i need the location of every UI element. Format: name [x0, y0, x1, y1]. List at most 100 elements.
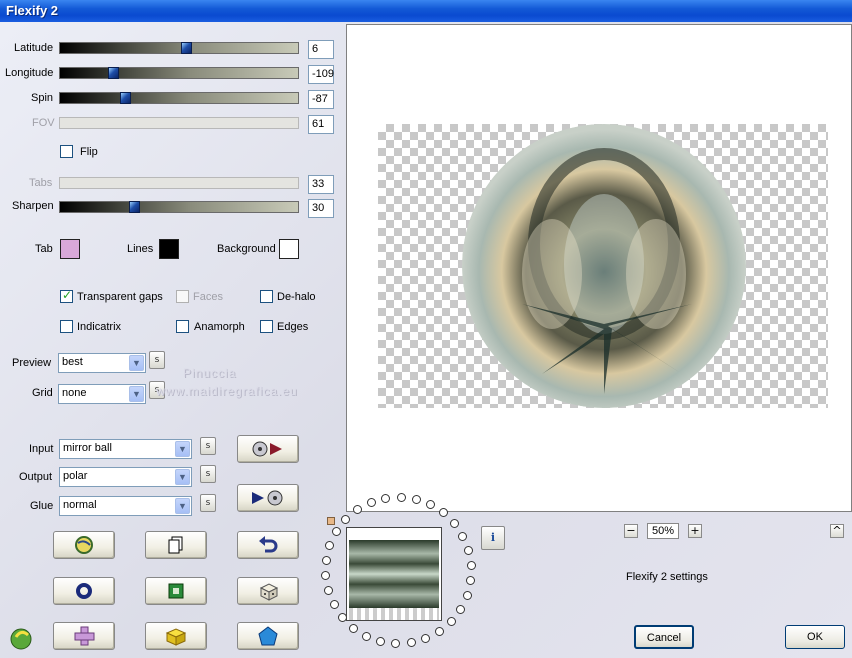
fov-value-field[interactable]: 61 — [308, 115, 334, 134]
latitude-slider-thumb[interactable] — [181, 42, 192, 54]
glue-select[interactable]: normal ▼ — [59, 496, 192, 516]
longitude-slider[interactable] — [59, 67, 299, 79]
rotation-dial-dot[interactable] — [464, 546, 473, 555]
pentagon-tool-button[interactable] — [237, 622, 299, 650]
chevron-down-icon[interactable]: ▼ — [175, 469, 190, 485]
rotation-dial-dot[interactable] — [456, 605, 465, 614]
zoom-out-button[interactable]: − — [624, 524, 638, 538]
rotation-dial-dot[interactable] — [447, 617, 456, 626]
rotation-dial-dot[interactable] — [426, 500, 435, 509]
tabs-slider[interactable] — [59, 177, 299, 189]
rotation-dial-dot[interactable] — [322, 556, 331, 565]
ring-icon — [76, 583, 92, 599]
rotation-dial-dot[interactable] — [376, 637, 385, 646]
rotation-dial-dot[interactable] — [349, 624, 358, 633]
zoom-in-button[interactable]: + — [688, 524, 702, 538]
rotation-dial-dot[interactable] — [324, 586, 333, 595]
rotation-dial-dot[interactable] — [391, 639, 400, 648]
rotation-dial-dot[interactable] — [330, 600, 339, 609]
fov-slider[interactable] — [59, 117, 299, 129]
rotation-dial-dot[interactable] — [421, 634, 430, 643]
output-s-button[interactable]: s — [200, 465, 216, 483]
lines-color-label: Lines — [127, 243, 154, 255]
rotation-dial-dot[interactable] — [321, 571, 330, 580]
rotation-dial-dot[interactable] — [332, 527, 341, 536]
info-button[interactable]: i — [481, 526, 505, 550]
spin-value-field[interactable]: -87 — [308, 90, 334, 109]
anamorph-checkbox[interactable] — [176, 320, 189, 333]
longitude-slider-thumb[interactable] — [108, 67, 119, 79]
spin-label: Spin — [31, 92, 54, 104]
rotation-dial-dot[interactable] — [341, 515, 350, 524]
ring-tool-button[interactable] — [53, 577, 115, 605]
input-projection-select[interactable]: mirror ball ▼ — [59, 439, 192, 459]
ok-button[interactable]: OK — [785, 625, 845, 649]
spin-slider-thumb[interactable] — [120, 92, 131, 104]
longitude-value-field[interactable]: -109 — [308, 65, 334, 84]
cube-tool-button[interactable] — [145, 622, 207, 650]
rotation-dial-dot[interactable] — [397, 493, 406, 502]
transparent-gaps-checkbox[interactable]: ✓ — [60, 288, 73, 303]
tabs-value-field[interactable]: 33 — [308, 175, 334, 194]
glue-select-label: Glue — [30, 500, 54, 512]
sharpen-slider[interactable] — [59, 201, 299, 213]
latitude-value-field[interactable]: 6 — [308, 40, 334, 59]
rotation-dial-dot[interactable] — [325, 541, 334, 550]
rotation-dial-dot[interactable] — [467, 561, 476, 570]
rotation-dial-dot[interactable] — [381, 494, 390, 503]
output-projection-value: polar — [63, 470, 88, 482]
pentagon-icon — [258, 626, 278, 646]
input-s-button[interactable]: s — [200, 437, 216, 455]
flexified-mirror-ball-image — [462, 124, 746, 408]
indicatrix-checkbox[interactable] — [60, 320, 73, 333]
rotation-dial-dot[interactable] — [367, 498, 376, 507]
de-halo-checkbox[interactable] — [260, 290, 273, 303]
output-projection-select[interactable]: polar ▼ — [59, 467, 192, 487]
rotation-dial-dot[interactable] — [435, 627, 444, 636]
background-color-swatch[interactable] — [279, 239, 299, 259]
faces-checkbox[interactable] — [176, 290, 189, 303]
chevron-down-icon[interactable]: ▼ — [129, 386, 144, 402]
grid-select[interactable]: none ▼ — [58, 384, 146, 404]
scroll-up-button[interactable]: ^ — [830, 524, 844, 538]
cross-tool-button[interactable] — [53, 622, 115, 650]
faces-label: Faces — [193, 291, 223, 303]
rotation-dial-dot[interactable] — [412, 495, 421, 504]
rotation-dial-dot[interactable] — [466, 576, 475, 585]
spin-slider[interactable] — [59, 92, 299, 104]
rotation-dial-dot[interactable] — [362, 632, 371, 641]
square-tool-button[interactable] — [145, 577, 207, 605]
chevron-down-icon[interactable]: ▼ — [175, 441, 190, 457]
rotation-dial-dot[interactable] — [450, 519, 459, 528]
disc-play-icon — [252, 441, 282, 457]
glue-s-button[interactable]: s — [200, 494, 216, 512]
sharpen-value-field[interactable]: 30 — [308, 199, 334, 218]
flip-checkbox[interactable] — [60, 145, 73, 158]
navigator-thumbnail[interactable] — [346, 527, 442, 621]
rotation-dial-dot[interactable] — [439, 508, 448, 517]
cancel-button[interactable]: Cancel — [634, 625, 694, 649]
preview-s-button[interactable]: s — [149, 351, 165, 369]
settings-status-text: Flexify 2 settings — [626, 571, 708, 583]
rotation-dial-dot[interactable] — [458, 532, 467, 541]
random-button[interactable] — [237, 577, 299, 605]
copy-button[interactable] — [145, 531, 207, 559]
sharpen-slider-thumb[interactable] — [129, 201, 140, 213]
load-input-button[interactable] — [237, 435, 299, 463]
rotation-dial-dot[interactable] — [407, 638, 416, 647]
edges-checkbox[interactable] — [260, 320, 273, 333]
chevron-down-icon[interactable]: ▼ — [175, 498, 190, 514]
undo-button[interactable] — [237, 531, 299, 559]
tab-color-swatch[interactable] — [60, 239, 80, 259]
chevron-down-icon[interactable]: ▼ — [129, 355, 144, 371]
preview-quality-select[interactable]: best ▼ — [58, 353, 146, 373]
rotation-dial-dot[interactable] — [463, 591, 472, 600]
lines-color-swatch[interactable] — [159, 239, 179, 259]
ring-handle[interactable] — [327, 517, 335, 525]
globe-tool-button[interactable] — [53, 531, 115, 559]
load-output-button[interactable] — [237, 484, 299, 512]
rotation-dial-dot[interactable] — [353, 505, 362, 514]
latitude-slider[interactable] — [59, 42, 299, 54]
input-projection-value: mirror ball — [63, 442, 112, 454]
fov-label: FOV — [32, 117, 55, 129]
